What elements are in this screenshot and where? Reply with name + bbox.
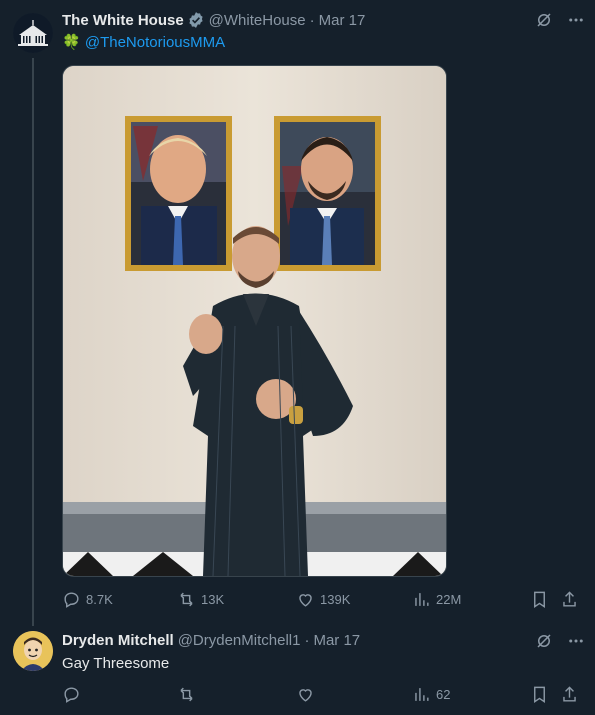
like-action[interactable] (296, 685, 320, 704)
clover-emoji: 🍀 (62, 34, 81, 51)
share-action[interactable] (560, 685, 579, 704)
reply-icon (64, 592, 79, 608)
retweet-action[interactable]: 13K (177, 590, 224, 609)
thread-line (32, 58, 34, 626)
bookmark-icon (534, 686, 545, 703)
white-house-logo-icon (13, 13, 53, 53)
tweet-text: 🍀 @TheNotoriousMMA (62, 33, 225, 51)
verified-badge-icon[interactable] (187, 11, 205, 29)
tweet-reply[interactable]: Dryden Mitchell @DrydenMitchell1 · Mar 1… (0, 622, 595, 715)
views-action[interactable]: 62 (412, 685, 450, 704)
bookmark-action[interactable] (530, 685, 549, 704)
separator-dot: · (304, 632, 310, 649)
tweet-top-actions (535, 11, 585, 29)
handle[interactable]: @DrydenMitchell1 (178, 632, 301, 649)
reply-text: Gay Threesome (62, 655, 170, 672)
view-count: 22M (436, 592, 462, 607)
like-icon (299, 594, 312, 607)
handle[interactable]: @WhiteHouse (209, 12, 306, 29)
share-icon (563, 686, 576, 702)
view-count: 62 (436, 687, 451, 702)
reply-header: Dryden Mitchell @DrydenMitchell1 · Mar 1… (62, 632, 360, 649)
bookmark-action[interactable] (530, 590, 549, 609)
reply-count: 8.7K (86, 592, 113, 607)
share-icon (563, 591, 576, 607)
tweet-header: The White House @WhiteHouse · Mar 17 (62, 11, 365, 29)
reply-action-bar: 62 (62, 685, 582, 709)
display-name[interactable]: The White House (62, 12, 184, 29)
retweet-action[interactable] (177, 685, 201, 704)
reply-action[interactable] (62, 685, 86, 704)
views-action[interactable]: 22M (412, 590, 461, 609)
share-action[interactable] (560, 590, 579, 609)
like-action[interactable]: 139K (296, 590, 350, 609)
views-icon (415, 593, 429, 606)
separator-dot: · (309, 11, 315, 29)
display-name[interactable]: Dryden Mitchell (62, 632, 174, 649)
tweet-photo[interactable] (62, 65, 447, 577)
reply-icon (64, 687, 79, 703)
retweet-icon (180, 592, 193, 607)
grok-icon[interactable] (535, 11, 553, 29)
tweet-action-bar: 8.7K 13K 139K 22M (62, 590, 582, 614)
views-icon (415, 688, 429, 701)
like-count: 139K (320, 592, 351, 607)
reply-action[interactable]: 8.7K (62, 590, 113, 609)
cartoon-avatar-icon (13, 631, 53, 671)
dryden-avatar[interactable] (13, 631, 53, 671)
timestamp[interactable]: Mar 17 (313, 632, 360, 649)
bookmark-icon (534, 591, 545, 608)
more-icon[interactable] (567, 11, 585, 29)
whitehouse-avatar[interactable] (13, 13, 53, 53)
grok-icon[interactable] (535, 632, 553, 650)
tweet-whitehouse[interactable]: The White House @WhiteHouse · Mar 17 🍀 @… (0, 0, 595, 626)
retweet-icon (180, 687, 193, 702)
retweet-count: 13K (201, 592, 225, 607)
like-icon (299, 689, 312, 702)
reply-top-actions (535, 632, 585, 650)
more-icon[interactable] (567, 632, 585, 650)
photo-illustration (63, 66, 446, 576)
mention-link[interactable]: @TheNotoriousMMA (85, 34, 225, 51)
timestamp[interactable]: Mar 17 (319, 12, 366, 29)
